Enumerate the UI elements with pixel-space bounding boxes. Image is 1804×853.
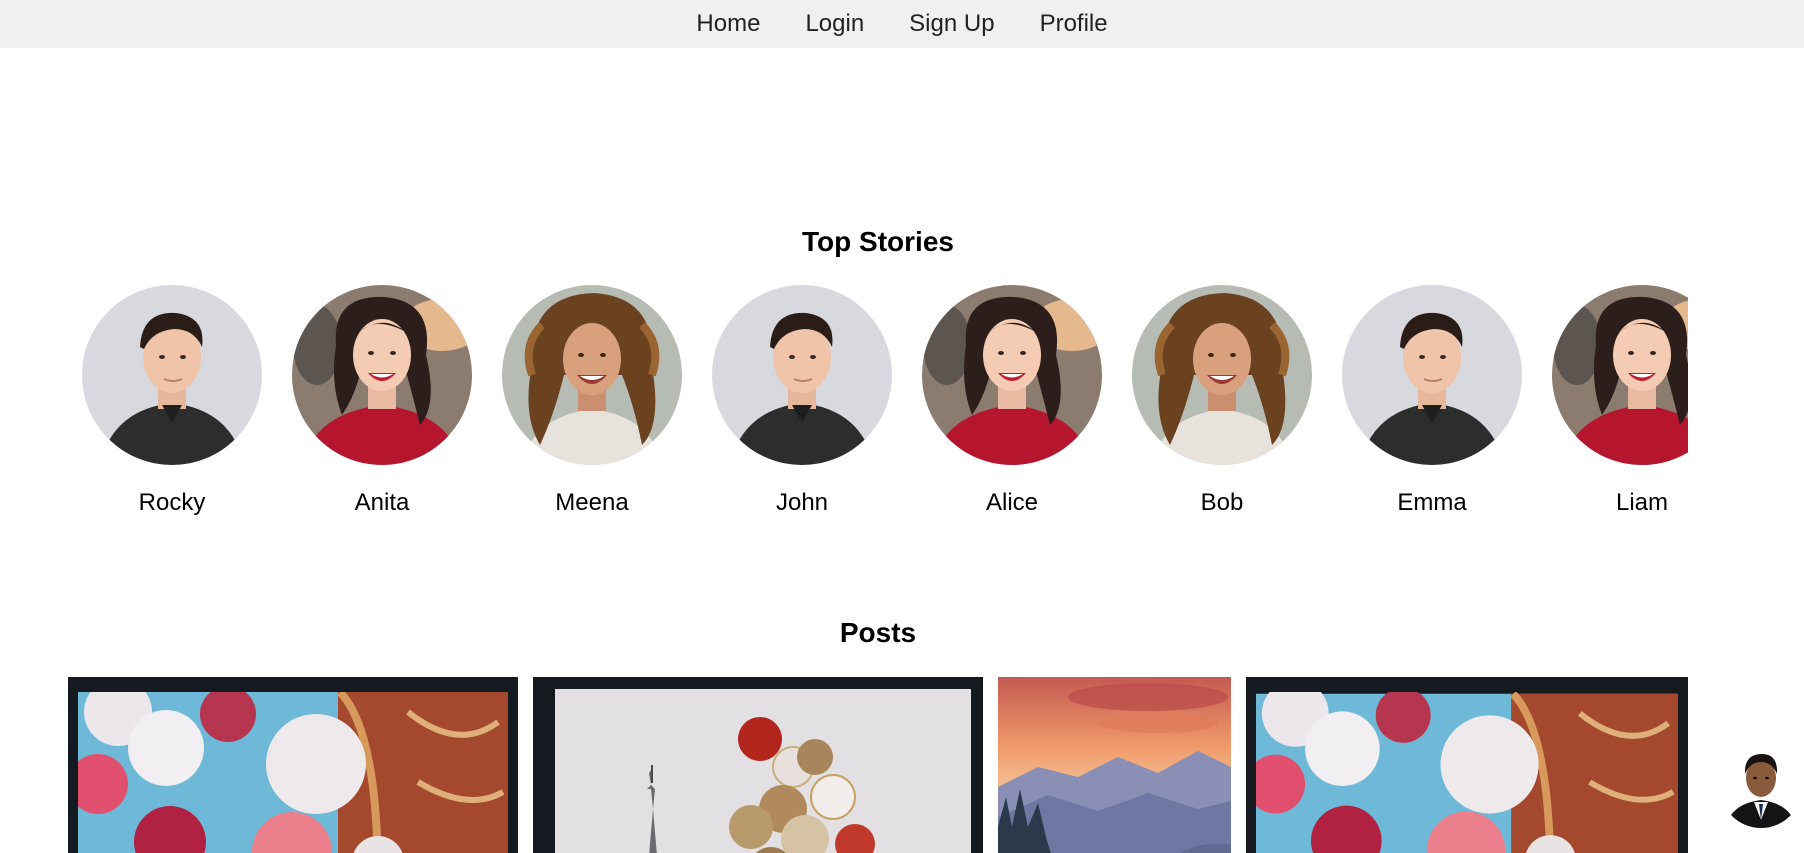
post-card[interactable] [1246, 677, 1688, 853]
story-item[interactable]: Alice [922, 285, 1102, 525]
nav-profile-link[interactable]: Profile [1040, 4, 1108, 44]
post-card[interactable] [68, 677, 518, 853]
story-avatar-woman-curly[interactable] [502, 285, 682, 465]
story-name: Liam [1615, 489, 1669, 516]
story-avatar-woman-red[interactable] [292, 285, 472, 465]
story-item[interactable]: John [712, 285, 892, 525]
stories-carousel[interactable]: Rocky Anita Meena John Alice Bob Emma Li… [82, 285, 1688, 525]
post-card[interactable] [533, 677, 983, 853]
story-item[interactable]: Meena [502, 285, 682, 525]
story-name: John [775, 489, 829, 516]
story-avatar-woman-red[interactable] [922, 285, 1102, 465]
post-image-mountain-sunset [998, 677, 1231, 853]
story-avatar-woman-curly[interactable] [1132, 285, 1312, 465]
nav-home-link[interactable]: Home [696, 4, 760, 44]
story-item[interactable]: Bob [1132, 285, 1312, 525]
post-card[interactable] [998, 677, 1231, 853]
story-avatar-man[interactable] [1342, 285, 1522, 465]
story-item[interactable]: Emma [1342, 285, 1522, 525]
story-item[interactable]: Liam [1552, 285, 1688, 525]
story-avatar-woman-red[interactable] [1552, 285, 1688, 465]
posts-grid [68, 677, 1688, 853]
story-avatar-man[interactable] [82, 285, 262, 465]
story-item[interactable]: Anita [292, 285, 472, 525]
story-avatar-man[interactable] [712, 285, 892, 465]
posts-heading: Posts [839, 617, 917, 648]
post-image-balloons-carousel [1256, 692, 1678, 853]
story-name: Emma [1397, 489, 1467, 516]
post-image-balloons-carousel [78, 692, 508, 853]
story-name: Anita [354, 489, 410, 516]
story-name: Bob [1200, 489, 1244, 516]
story-name: Alice [985, 489, 1039, 516]
nav-signup-link[interactable]: Sign Up [909, 4, 994, 44]
story-name: Rocky [138, 489, 206, 516]
story-name: Meena [555, 489, 629, 516]
post-image-balloons-eiffel-tower [555, 689, 971, 853]
top-navbar: Home Login Sign Up Profile [0, 0, 1804, 48]
nav-login-link[interactable]: Login [805, 4, 864, 44]
floating-profile-avatar[interactable] [1720, 746, 1802, 828]
top-stories-heading: Top Stories [802, 226, 954, 257]
story-item[interactable]: Rocky [82, 285, 262, 525]
